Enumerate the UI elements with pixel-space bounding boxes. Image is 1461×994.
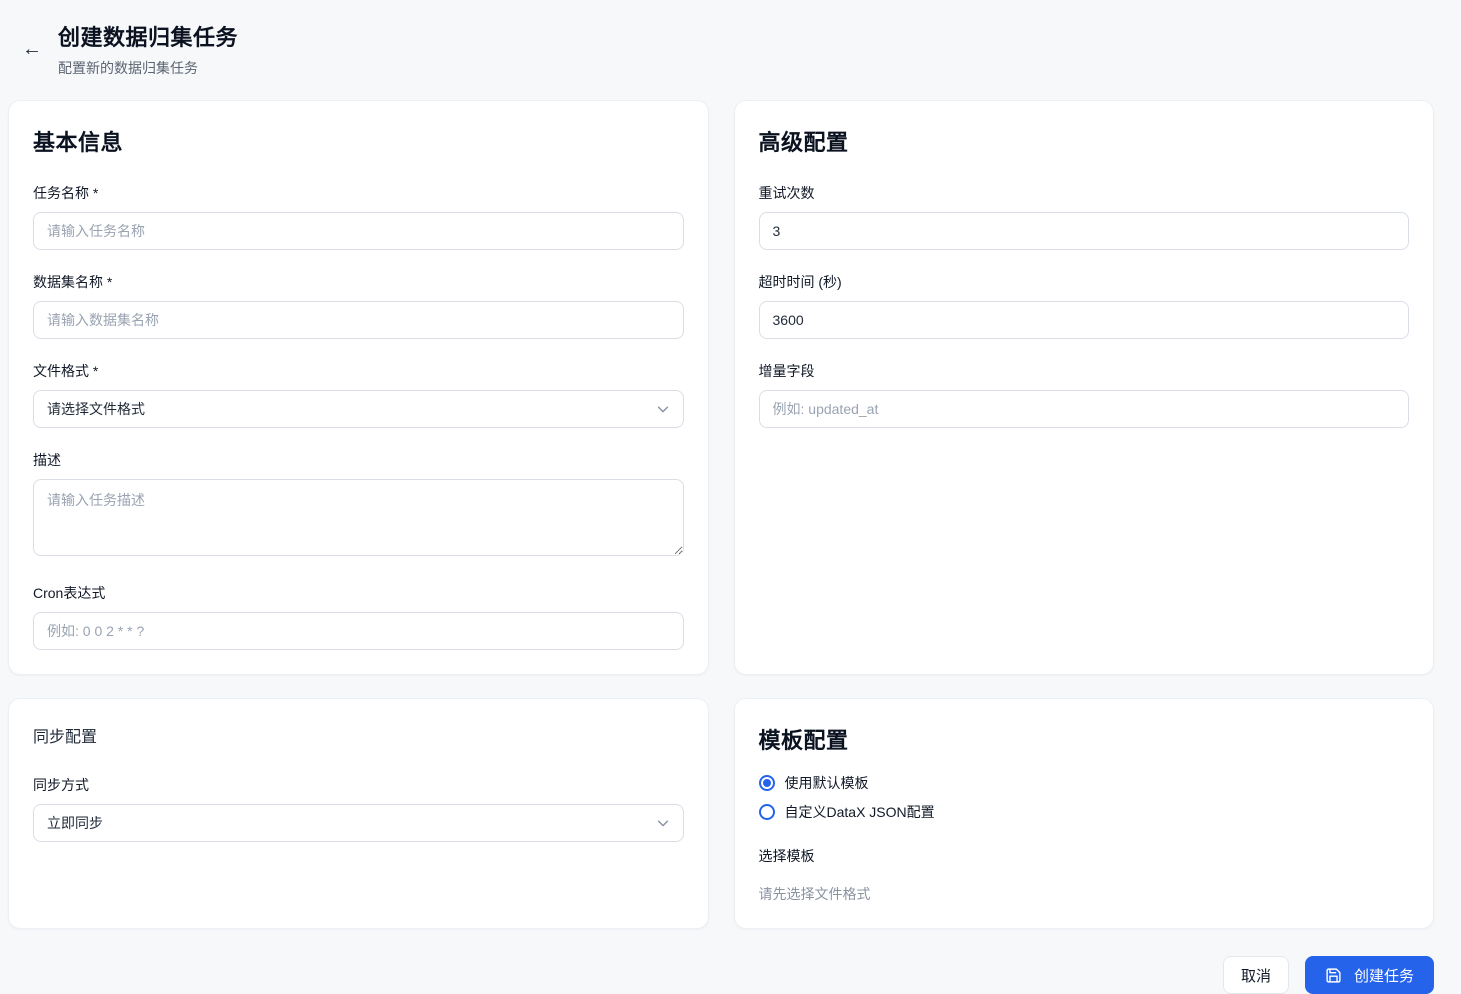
field-file-format: 文件格式 * 请选择文件格式 — [33, 361, 684, 428]
back-arrow-icon: ← — [22, 38, 42, 61]
cron-label: Cron表达式 — [33, 583, 684, 603]
radio-default-template-label: 使用默认模板 — [785, 773, 869, 793]
radio-unselected-icon — [759, 804, 775, 820]
template-config-card: 模板配置 使用默认模板 自定义DataX JSON配置 选择模板 请先选择文件格… — [734, 698, 1435, 929]
chevron-down-icon — [656, 816, 670, 830]
description-textarea[interactable] — [33, 479, 684, 556]
field-description: 描述 — [33, 450, 684, 561]
dataset-name-input[interactable] — [33, 301, 684, 339]
task-name-input[interactable] — [33, 212, 684, 250]
advanced-config-title: 高级配置 — [759, 125, 1410, 157]
cancel-button[interactable]: 取消 — [1223, 956, 1289, 994]
template-mode-radio-group: 使用默认模板 自定义DataX JSON配置 — [759, 773, 1410, 822]
create-task-page: ← 创建数据归集任务 配置新的数据归集任务 基本信息 任务名称 * 数据集名称 … — [0, 0, 1461, 994]
back-button[interactable]: ← — [14, 31, 50, 67]
sync-method-select[interactable]: 立即同步 — [33, 804, 684, 842]
basic-info-title: 基本信息 — [33, 125, 684, 157]
footer-actions: 取消 创建任务 — [8, 956, 1434, 994]
radio-custom-datax-json[interactable]: 自定义DataX JSON配置 — [759, 802, 1410, 822]
retry-count-input[interactable] — [759, 212, 1410, 250]
sync-config-card: 同步配置 同步方式 立即同步 — [8, 698, 709, 929]
field-sync-method: 同步方式 立即同步 — [33, 775, 684, 842]
radio-selected-icon — [759, 775, 775, 791]
page-subtitle: 配置新的数据归集任务 — [58, 58, 238, 78]
file-format-label: 文件格式 * — [33, 361, 684, 381]
sync-method-select-value: 立即同步 — [47, 813, 103, 833]
chevron-down-icon — [656, 402, 670, 416]
create-task-button-label: 创建任务 — [1354, 965, 1414, 986]
basic-info-card: 基本信息 任务名称 * 数据集名称 * 文件格式 * 请选择文件格式 描述 — [8, 100, 709, 675]
sync-config-title: 同步配置 — [33, 723, 684, 747]
dataset-name-label: 数据集名称 * — [33, 272, 684, 292]
radio-custom-datax-json-label: 自定义DataX JSON配置 — [785, 802, 935, 822]
sync-method-label: 同步方式 — [33, 775, 684, 795]
radio-default-template[interactable]: 使用默认模板 — [759, 773, 1410, 793]
select-template-hint: 请先选择文件格式 — [759, 884, 1410, 904]
form-grid: 基本信息 任务名称 * 数据集名称 * 文件格式 * 请选择文件格式 描述 — [8, 100, 1434, 929]
page-title: 创建数据归集任务 — [58, 20, 238, 52]
page-header: ← 创建数据归集任务 配置新的数据归集任务 — [8, 0, 1434, 88]
create-task-button[interactable]: 创建任务 — [1305, 956, 1434, 994]
retry-count-label: 重试次数 — [759, 183, 1410, 203]
template-config-title: 模板配置 — [759, 723, 1410, 755]
advanced-config-card: 高级配置 重试次数 超时时间 (秒) 增量字段 — [734, 100, 1435, 675]
field-retry-count: 重试次数 — [759, 183, 1410, 250]
field-incremental: 增量字段 — [759, 361, 1410, 428]
file-format-select[interactable]: 请选择文件格式 — [33, 390, 684, 428]
field-task-name: 任务名称 * — [33, 183, 684, 250]
timeout-input[interactable] — [759, 301, 1410, 339]
task-name-label: 任务名称 * — [33, 183, 684, 203]
description-label: 描述 — [33, 450, 684, 470]
select-template-label: 选择模板 — [759, 846, 1410, 866]
cron-input[interactable] — [33, 612, 684, 650]
timeout-label: 超时时间 (秒) — [759, 272, 1410, 292]
incremental-field-input[interactable] — [759, 390, 1410, 428]
field-dataset-name: 数据集名称 * — [33, 272, 684, 339]
field-timeout: 超时时间 (秒) — [759, 272, 1410, 339]
field-cron: Cron表达式 — [33, 583, 684, 650]
file-format-select-value: 请选择文件格式 — [47, 399, 145, 419]
incremental-field-label: 增量字段 — [759, 361, 1410, 381]
save-icon — [1325, 967, 1342, 984]
